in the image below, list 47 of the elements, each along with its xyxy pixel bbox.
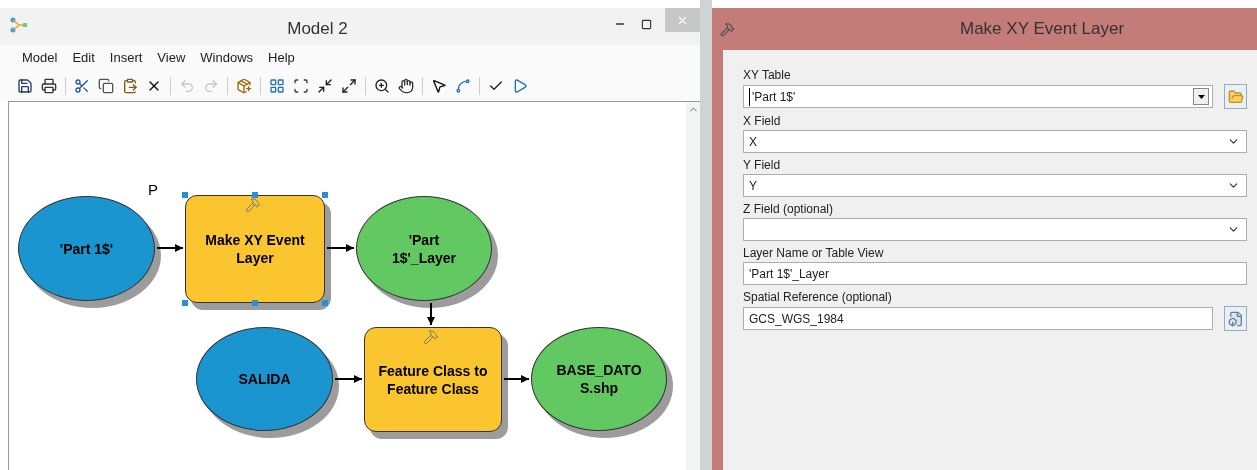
folder-icon: [1227, 88, 1244, 105]
undo-icon: [179, 78, 195, 94]
hammer-icon: [423, 329, 439, 345]
field-label: XY Table: [743, 67, 792, 84]
fixed-zoom-in-icon: [317, 78, 333, 94]
run-icon: [512, 78, 528, 94]
field-label: Layer Name or Table View: [743, 245, 885, 262]
menu-item[interactable]: Edit: [72, 48, 95, 68]
window-title: Model 2: [286, 18, 349, 40]
menu-item[interactable]: Insert: [109, 48, 143, 68]
pan-icon: [398, 78, 414, 94]
field-label: Z Field (optional): [743, 201, 835, 218]
field-label: Spatial Reference (optional): [743, 289, 893, 306]
dropdown-arrow-icon: [1197, 94, 1205, 99]
printer-icon: [41, 78, 57, 94]
fixed-zoom-out-icon: [341, 78, 357, 94]
field-label: Y Field: [743, 157, 782, 174]
dialog-title: Make XY Event Layer: [960, 18, 1125, 41]
menu-item[interactable]: View: [157, 48, 186, 68]
copy-icon: [98, 78, 114, 94]
dropdown-field[interactable]: [743, 218, 1247, 241]
vertical-scrollbar[interactable]: [686, 102, 700, 470]
dropdown-field[interactable]: Y: [743, 174, 1247, 197]
maximize-icon: [640, 18, 652, 30]
add-data-icon: [236, 78, 252, 94]
redo-icon: [203, 78, 219, 94]
dropdown-field[interactable]: X: [743, 130, 1247, 153]
connect-icon: [455, 78, 471, 94]
cut-icon: [74, 78, 90, 94]
table-combo-field[interactable]: 'Part 1$': [743, 85, 1213, 108]
save-icon: [17, 78, 33, 94]
menu-item[interactable]: Windows: [200, 48, 254, 68]
menu-item[interactable]: Help: [268, 48, 295, 68]
menu-item[interactable]: Model: [22, 48, 58, 68]
text-field[interactable]: 'Part 1$'_Layer: [743, 262, 1247, 285]
browse-button[interactable]: [1224, 306, 1247, 331]
zoom-in-icon: [374, 78, 390, 94]
select-icon: [431, 78, 447, 94]
properties-icon: [1227, 310, 1244, 327]
field-label: X Field: [743, 113, 782, 130]
model-app-icon: [10, 17, 28, 33]
hammer-icon: [245, 197, 261, 213]
hammer-icon: [720, 21, 735, 37]
full-extent-icon: [293, 78, 309, 94]
auto-layout-icon: [269, 78, 285, 94]
text-field[interactable]: GCS_WGS_1984: [743, 307, 1213, 330]
paste-icon: [122, 78, 138, 94]
